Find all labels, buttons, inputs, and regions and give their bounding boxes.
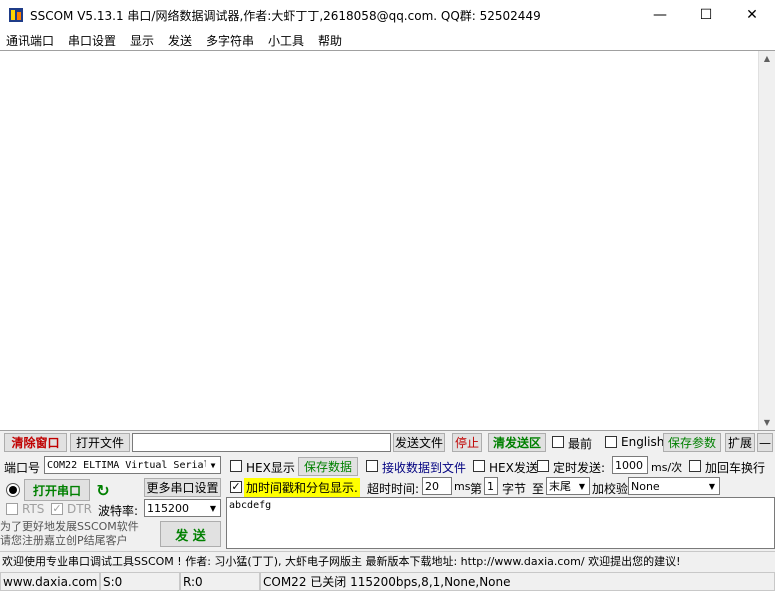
hex-display-label: HEX显示	[246, 461, 295, 475]
interval-unit-label: ms/次	[651, 461, 683, 474]
dtr-checkbox[interactable]	[51, 503, 63, 515]
more-port-settings-button[interactable]: 更多串口设置	[144, 478, 221, 497]
port-select-value: COM22 ELTIMA Virtual Serial	[47, 459, 210, 471]
chevron-down-icon: ▼	[206, 500, 220, 516]
scroll-down-icon[interactable]: ▼	[759, 418, 775, 427]
nth-byte-input[interactable]: 1	[484, 477, 498, 495]
menu-tools[interactable]: 小工具	[268, 32, 304, 49]
clear-window-button[interactable]: 清除窗口	[4, 433, 67, 452]
timeout-input[interactable]: 20	[422, 477, 452, 495]
expand-button[interactable]: 扩展	[725, 433, 755, 452]
open-port-button[interactable]: 打开串口	[24, 479, 90, 501]
checksum-label: 加校验	[592, 482, 629, 496]
menu-help[interactable]: 帮助	[318, 32, 342, 49]
chevron-down-icon: ▼	[705, 478, 719, 494]
end-select-value: 末尾	[549, 480, 571, 493]
recv-to-file-checkbox[interactable]	[366, 460, 378, 472]
sscom-app-icon	[8, 6, 24, 24]
receive-area[interactable]	[0, 50, 775, 431]
status-port-state: COM22 已关闭 115200bps,8,1,None,None	[260, 572, 775, 591]
port-status-indicator-icon	[6, 483, 20, 497]
send-file-button[interactable]: 发送文件	[393, 433, 445, 452]
send-button[interactable]: 发 送	[160, 521, 221, 547]
baud-select[interactable]: 115200 ▼	[144, 499, 221, 517]
hex-display-checkbox[interactable]	[230, 460, 242, 472]
receive-scrollbar[interactable]: ▲ ▼	[758, 51, 775, 430]
close-button[interactable]: ✕	[729, 0, 775, 30]
chevron-down-icon: ▼	[206, 457, 220, 473]
timed-send-checkbox[interactable]	[537, 460, 549, 472]
clear-send-button[interactable]: 清发送区	[488, 433, 546, 452]
end-select[interactable]: 末尾 ▼	[546, 477, 590, 495]
promo-text: 为了更好地发展SSCOM软件 请您注册嘉立创P结尾客户	[0, 520, 139, 547]
send-text-area[interactable]: abcdefg	[226, 497, 775, 549]
window-title: SSCOM V5.13.1 串口/网络数据调试器,作者:大虾丁丁,2618058…	[30, 9, 541, 23]
save-data-button[interactable]: 保存数据	[298, 457, 358, 476]
port-label: 端口号	[4, 461, 41, 475]
interval-input[interactable]: 1000	[612, 456, 648, 474]
append-crlf-label: 加回车换行	[705, 461, 766, 475]
dtr-label: DTR	[67, 502, 92, 516]
timestamp-checkbox[interactable]	[230, 481, 242, 493]
collapse-button[interactable]: —	[757, 433, 773, 452]
menu-port-settings[interactable]: 串口设置	[68, 32, 116, 49]
timed-send-label: 定时发送:	[553, 461, 606, 475]
open-file-button[interactable]: 打开文件	[70, 433, 130, 452]
timeout-label: 超时时间:	[367, 482, 420, 496]
rts-label: RTS	[22, 502, 45, 516]
file-path-input[interactable]	[132, 433, 391, 452]
status-sent: S:0	[100, 572, 180, 591]
ticker-text: 欢迎使用专业串口调试工具SSCOM ! 作者: 习小猛(丁丁), 大虾电子网版主…	[0, 551, 775, 570]
append-crlf-checkbox[interactable]	[689, 460, 701, 472]
english-checkbox[interactable]	[605, 436, 617, 448]
menu-comm-port[interactable]: 通讯端口	[6, 32, 54, 49]
rts-checkbox[interactable]	[6, 503, 18, 515]
checksum-select[interactable]: None ▼	[628, 477, 720, 495]
menu-send[interactable]: 发送	[168, 32, 192, 49]
menu-display[interactable]: 显示	[130, 32, 154, 49]
baud-select-value: 115200	[147, 501, 189, 515]
english-label: English	[621, 435, 665, 449]
status-received: R:0	[180, 572, 260, 591]
menu-bar	[0, 30, 775, 50]
timeout-unit-label: ms	[454, 480, 471, 493]
menu-multi-string[interactable]: 多字符串	[206, 32, 254, 49]
hex-send-checkbox[interactable]	[473, 460, 485, 472]
checksum-select-value: None	[631, 479, 660, 493]
port-select[interactable]: COM22 ELTIMA Virtual Serial ▼	[44, 456, 221, 474]
status-site[interactable]: www.daxia.com	[0, 572, 100, 591]
maximize-button[interactable]: ☐	[683, 0, 729, 30]
recv-to-file-label: 接收数据到文件	[382, 461, 467, 475]
minimize-button[interactable]: —	[637, 0, 683, 30]
to-label: 至	[532, 482, 545, 496]
refresh-icon[interactable]: ↻	[93, 480, 113, 500]
scroll-up-icon[interactable]: ▲	[759, 51, 775, 63]
byte-label: 字节	[502, 482, 527, 496]
nth-label: 第	[470, 482, 483, 496]
stop-button[interactable]: 停止	[452, 433, 482, 452]
chevron-down-icon: ▼	[575, 478, 589, 494]
timestamp-label: 加时间戳和分包显示.	[244, 478, 360, 497]
hex-send-label: HEX发送	[489, 461, 538, 475]
topmost-label: 最前	[568, 437, 593, 451]
save-params-button[interactable]: 保存参数	[663, 433, 721, 452]
topmost-checkbox[interactable]	[552, 436, 564, 448]
baud-label: 波特率:	[98, 504, 139, 518]
